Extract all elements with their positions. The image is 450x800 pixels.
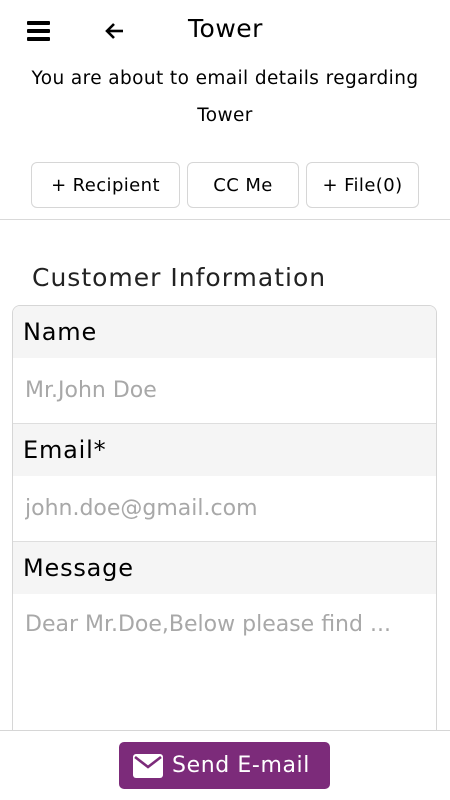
cc-me-button[interactable]: CC Me [187,162,299,208]
action-buttons: + Recipient CC Me + File(0) [0,162,450,210]
email-field-wrapper [13,476,436,542]
bottom-bar: Send E-mail [0,730,450,800]
envelope-icon [133,753,163,778]
add-recipient-button[interactable]: + Recipient [31,162,180,208]
customer-form: Name Email* Message [12,305,437,800]
intro-subject: Tower [197,105,253,126]
intro-text: You are about to email details regarding… [10,60,440,134]
email-details-screen: Tower You are about to email details reg… [0,0,450,800]
divider [0,219,450,220]
email-field[interactable] [13,496,436,521]
name-label: Name [13,306,436,358]
send-email-button[interactable]: Send E-mail [119,742,330,789]
email-label: Email* [13,424,436,476]
page-title: Tower [188,14,263,43]
intro-line: You are about to email details regarding [31,68,419,89]
send-email-label: Send E-mail [172,753,310,778]
name-field-wrapper [13,358,436,424]
message-label: Message [13,542,436,594]
hamburger-menu-icon[interactable] [27,21,50,41]
back-arrow-icon[interactable] [104,20,126,42]
top-bar: Tower [0,0,450,60]
name-field[interactable] [13,378,436,403]
section-title: Customer Information [32,263,327,292]
add-file-button[interactable]: + File(0) [306,162,419,208]
